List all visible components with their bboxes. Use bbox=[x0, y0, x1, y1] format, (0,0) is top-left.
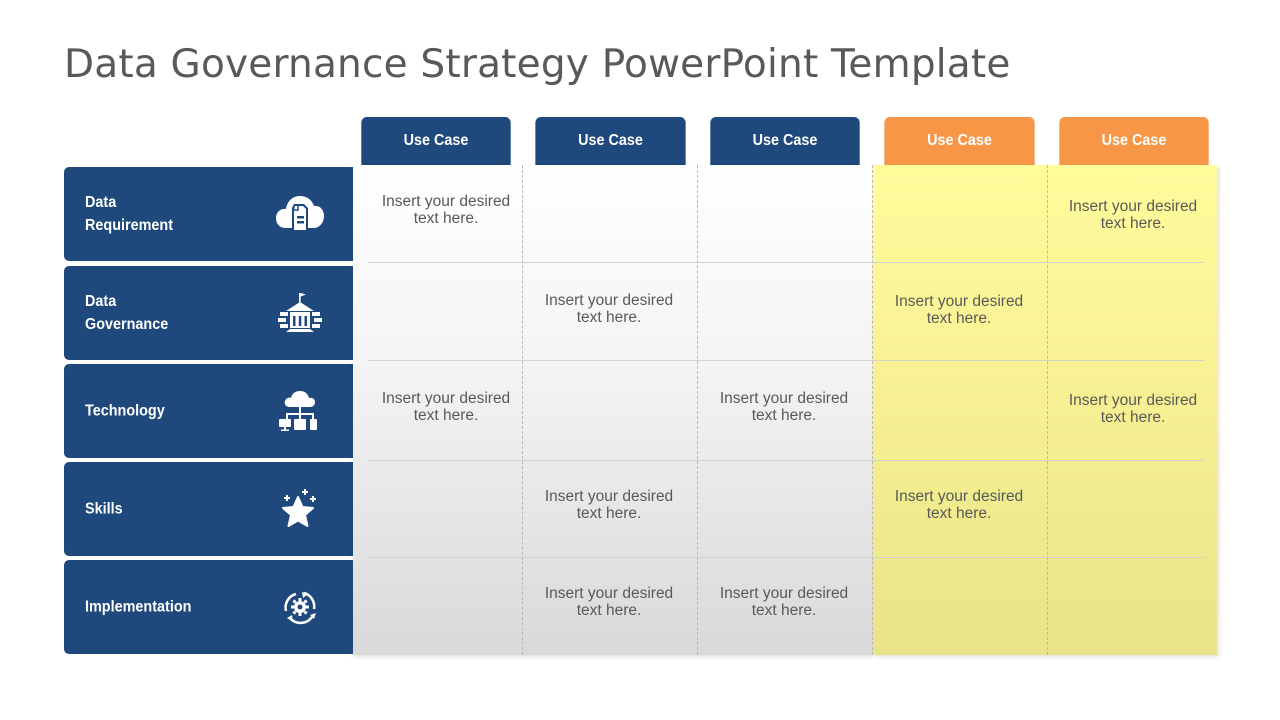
row-label-text: Data bbox=[85, 293, 117, 310]
slide-title: Data Governance Strategy PowerPoint Temp… bbox=[64, 42, 1011, 87]
grid-cell[interactable] bbox=[872, 362, 1046, 459]
grid-cell[interactable] bbox=[359, 264, 533, 361]
grid-cell[interactable]: Insert your desired text here. bbox=[1046, 170, 1220, 267]
row-label-text: Requirement bbox=[85, 217, 174, 234]
grid-cell[interactable]: Insert your desired text here. bbox=[522, 557, 696, 654]
row-label-skills: Skills bbox=[64, 462, 353, 556]
government-building-icon bbox=[274, 291, 326, 335]
row-label-data-governance: Data Governance bbox=[64, 266, 353, 360]
grid-cell[interactable]: Insert your desired text here. bbox=[697, 557, 871, 654]
grid-cell[interactable]: Insert your desired text here. bbox=[872, 265, 1046, 362]
grid-cell[interactable]: Insert your desired text here. bbox=[522, 460, 696, 557]
star-sparkle-icon bbox=[274, 487, 326, 531]
row-label-text: Data bbox=[85, 194, 117, 211]
grid-cell[interactable]: Insert your desired text here. bbox=[697, 362, 871, 459]
grid-cell[interactable]: Insert your desired text here. bbox=[359, 165, 533, 262]
grid-cell[interactable] bbox=[1046, 460, 1220, 557]
row-label-text: Technology bbox=[85, 402, 165, 420]
column-header-1: Use Case bbox=[361, 117, 511, 165]
grid-cell[interactable]: Insert your desired text here. bbox=[359, 362, 533, 459]
column-header-3: Use Case bbox=[710, 117, 860, 165]
cloud-document-icon bbox=[274, 192, 326, 236]
row-label-technology: Technology bbox=[64, 364, 353, 458]
row-label-text: Governance bbox=[85, 316, 169, 333]
grid-cell[interactable] bbox=[1046, 557, 1220, 654]
grid-cell[interactable] bbox=[872, 557, 1046, 654]
grid-cell[interactable] bbox=[359, 557, 533, 654]
row-label-text: Implementation bbox=[85, 598, 192, 616]
grid-cell[interactable] bbox=[522, 165, 696, 262]
column-header-2: Use Case bbox=[535, 117, 686, 165]
row-label-text: Skills bbox=[85, 500, 123, 518]
row-label-implementation: Implementation bbox=[64, 560, 353, 654]
grid-cell[interactable] bbox=[872, 165, 1046, 262]
grid-cell[interactable] bbox=[522, 362, 696, 459]
row-label-data-requirement: Data Requirement bbox=[64, 167, 353, 261]
cycle-gear-icon bbox=[274, 585, 326, 629]
grid-cell[interactable] bbox=[1046, 264, 1220, 361]
grid-cell[interactable] bbox=[697, 165, 871, 262]
column-header-4: Use Case bbox=[884, 117, 1035, 165]
grid-cell[interactable] bbox=[697, 264, 871, 361]
grid-cell[interactable] bbox=[697, 460, 871, 557]
grid-cell[interactable]: Insert your desired text here. bbox=[1046, 364, 1220, 461]
grid-cell[interactable]: Insert your desired text here. bbox=[872, 460, 1046, 557]
column-header-5: Use Case bbox=[1059, 117, 1209, 165]
cloud-network-icon bbox=[274, 389, 326, 433]
grid-cell[interactable]: Insert your desired text here. bbox=[522, 264, 696, 361]
grid-cell[interactable] bbox=[359, 460, 533, 557]
